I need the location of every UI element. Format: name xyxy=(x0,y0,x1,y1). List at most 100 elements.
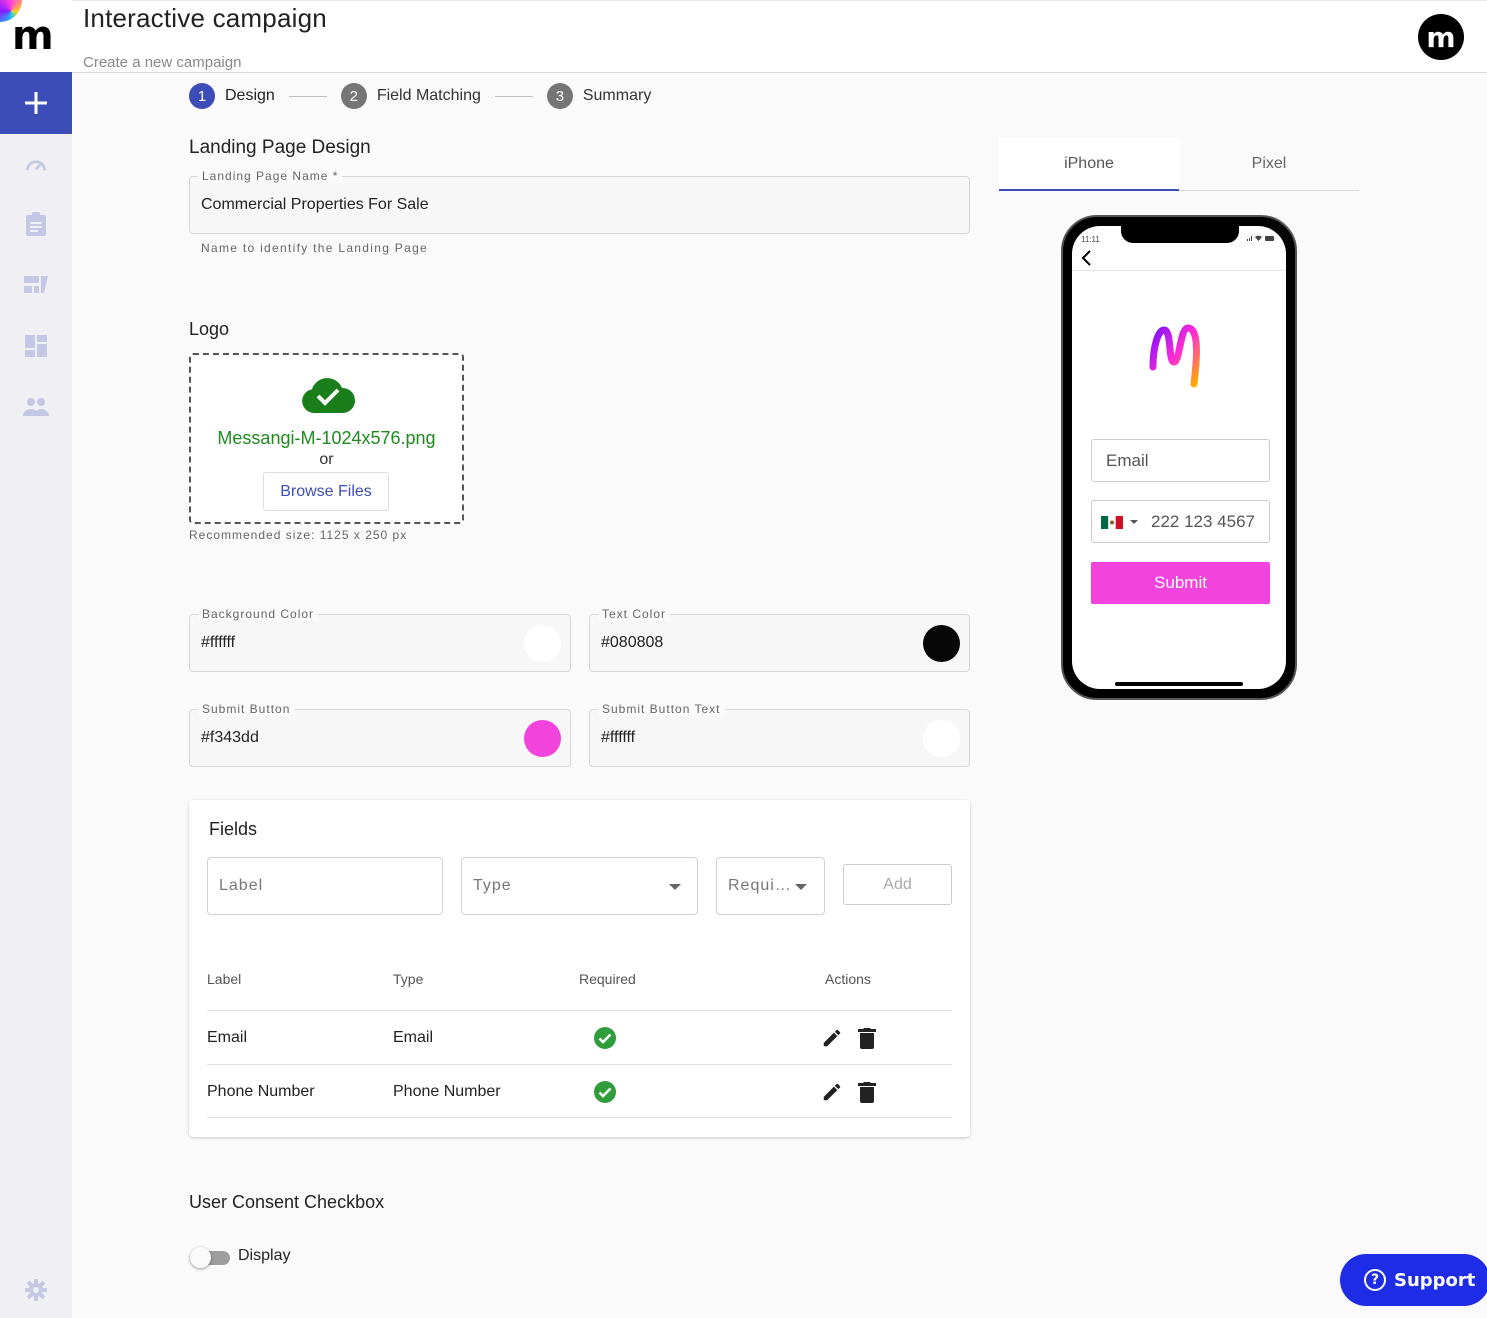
landing-name-helper: Name to identify the Landing Page xyxy=(201,241,429,255)
edit-field-button[interactable] xyxy=(821,1011,843,1065)
delete-field-button[interactable] xyxy=(857,1065,877,1119)
submit-button-text-color-swatch[interactable] xyxy=(923,720,960,757)
phone-notch xyxy=(1121,226,1239,243)
row-type: Phone Number xyxy=(393,1083,501,1100)
text-color-swatch[interactable] xyxy=(923,625,960,662)
phone-preview: 11:11 Email 222 123 4567 Submit xyxy=(1061,215,1297,700)
column-header-label: Label xyxy=(207,971,242,987)
mexico-flag-icon xyxy=(1101,516,1123,529)
or-text: or xyxy=(319,451,334,468)
support-label: Support xyxy=(1394,1269,1476,1291)
pencil-icon xyxy=(823,1029,841,1047)
field-value: #ffffff xyxy=(601,729,636,746)
field-label-input[interactable]: Label xyxy=(207,857,443,915)
cloud-check-icon xyxy=(302,378,355,413)
delete-field-button[interactable] xyxy=(857,1011,877,1065)
sidebar-item-new-campaign[interactable] xyxy=(0,72,72,134)
country-chevron-down-icon xyxy=(1130,520,1138,524)
trash-icon xyxy=(858,1028,876,1049)
sidebar-item-templates[interactable] xyxy=(0,326,72,366)
logo-filename: Messangi-M-1024x576.png xyxy=(217,428,436,448)
fields-card: Fields Label Type Requi… Add Label Type … xyxy=(189,800,970,1137)
table-row: Phone Number Phone Number xyxy=(207,1064,952,1118)
logo-section-title: Logo xyxy=(189,319,230,339)
app-logo[interactable]: m xyxy=(0,0,72,72)
consent-display-toggle[interactable] xyxy=(190,1247,230,1268)
step-field-matching[interactable]: 2 Field Matching xyxy=(340,83,481,109)
sidebar-item-dashboard[interactable] xyxy=(0,145,72,185)
tab-iphone[interactable]: iPhone xyxy=(999,138,1179,191)
add-field-button[interactable]: Add xyxy=(843,864,952,905)
submit-button-color-swatch[interactable] xyxy=(524,720,561,757)
phone-placeholder: 222 123 4567 xyxy=(1151,511,1255,531)
field-value: #ffffff xyxy=(201,634,236,651)
step-design[interactable]: 1 Design xyxy=(189,83,275,109)
step-label: Summary xyxy=(582,87,652,104)
chevron-down-icon xyxy=(669,884,681,890)
background-color-swatch[interactable] xyxy=(524,625,561,662)
label-placeholder: Label xyxy=(219,877,264,894)
back-arrow-icon xyxy=(1080,249,1092,271)
campaign-cards-icon xyxy=(24,276,48,293)
step-connector xyxy=(494,95,533,97)
logo-recommended-size: Recommended size: 1125 x 250 px xyxy=(189,528,408,542)
preview-email-input: Email xyxy=(1091,439,1270,482)
help-circle-icon: ? xyxy=(1364,1269,1386,1291)
clipboard-icon xyxy=(26,212,46,236)
table-row: Email Email xyxy=(207,1010,952,1064)
consent-section-title: User Consent Checkbox xyxy=(189,1192,385,1212)
sidebar-item-campaigns[interactable] xyxy=(0,265,72,305)
support-button[interactable]: ? Support xyxy=(1340,1254,1487,1306)
submit-button-color-field[interactable]: Submit Button #f343dd xyxy=(189,702,571,767)
signal-battery-icon xyxy=(1247,235,1274,241)
required-check-icon xyxy=(593,1011,617,1065)
edit-field-button[interactable] xyxy=(821,1065,843,1119)
row-label: Email xyxy=(207,1029,248,1046)
preview-device-tabs: iPhone Pixel xyxy=(999,138,1359,191)
page-title: Interactive campaign xyxy=(83,3,327,33)
messangi-m-logo xyxy=(1149,324,1200,388)
field-value: #080808 xyxy=(601,634,664,651)
status-bar-icons xyxy=(1246,234,1276,244)
step-connector xyxy=(288,95,327,97)
logo-letter: m xyxy=(12,13,54,59)
required-placeholder: Requi… xyxy=(728,877,792,894)
home-indicator xyxy=(1115,682,1243,686)
step-summary[interactable]: 3 Summary xyxy=(546,83,652,109)
step-label: Field Matching xyxy=(376,87,481,104)
logo-dropzone[interactable]: Messangi-M-1024x576.png or Browse Files xyxy=(189,353,464,524)
sidebar-item-settings[interactable] xyxy=(0,1270,72,1310)
table-divider xyxy=(207,1117,952,1118)
required-check-icon xyxy=(593,1065,617,1119)
dashboard-gauge-icon xyxy=(25,160,47,171)
sidebar-item-reports[interactable] xyxy=(0,204,72,244)
phone-header-divider xyxy=(1072,270,1286,271)
field-value: Commercial Properties For Sale xyxy=(201,196,429,213)
phone-screen: 11:11 Email 222 123 4567 Submit xyxy=(1072,226,1286,689)
background-color-field[interactable]: Background Color #ffffff xyxy=(189,607,571,672)
field-required-select[interactable]: Requi… xyxy=(716,857,825,915)
fields-title: Fields xyxy=(209,819,258,839)
column-header-type: Type xyxy=(393,971,424,987)
step-number: 3 xyxy=(546,83,573,109)
field-type-select[interactable]: Type xyxy=(461,857,698,915)
tab-pixel[interactable]: Pixel xyxy=(1179,138,1359,190)
avatar[interactable]: m xyxy=(1418,14,1464,60)
consent-toggle-label: Display xyxy=(238,1247,291,1264)
landing-page-name-field[interactable]: Landing Page Name * Commercial Propertie… xyxy=(189,169,970,234)
grid-layout-icon xyxy=(25,335,47,357)
trash-icon xyxy=(858,1082,876,1103)
step-number: 1 xyxy=(189,83,215,109)
chevron-down-icon xyxy=(795,884,807,890)
preview-submit-button: Submit xyxy=(1091,562,1270,604)
add-icon xyxy=(25,92,47,114)
row-label: Phone Number xyxy=(207,1083,315,1100)
sidebar-item-contacts[interactable] xyxy=(0,387,72,427)
sidebar: m xyxy=(0,0,72,1318)
text-color-field[interactable]: Text Color #080808 xyxy=(589,607,970,672)
browse-files-button[interactable]: Browse Files xyxy=(263,472,389,511)
stepper: 1 Design 2 Field Matching 3 Summary xyxy=(189,83,651,109)
page-subtitle: Create a new campaign xyxy=(83,54,242,71)
submit-button-text-color-field[interactable]: Submit Button Text #ffffff xyxy=(589,702,970,767)
step-number: 2 xyxy=(340,83,367,109)
